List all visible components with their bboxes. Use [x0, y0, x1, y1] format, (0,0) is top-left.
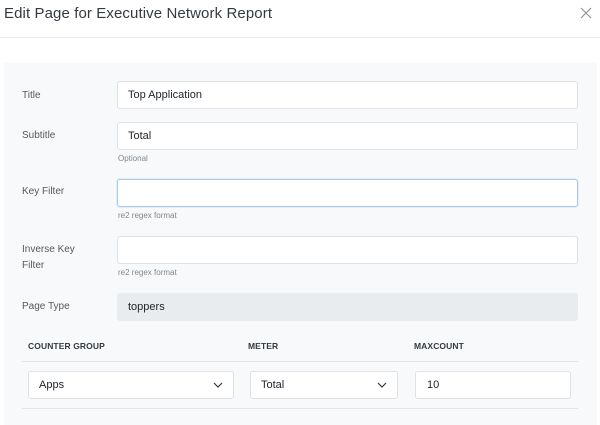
table-row-divider — [22, 408, 578, 409]
inverse-key-filter-input[interactable] — [117, 236, 578, 264]
form-panel: Title Top Application Subtitle Total Opt… — [4, 63, 597, 425]
meter-select[interactable]: Total — [250, 371, 398, 399]
modal-header: Edit Page for Executive Network Report — [0, 0, 600, 38]
maxcount-input[interactable]: 10 — [415, 371, 571, 399]
title-input[interactable]: Top Application — [117, 81, 578, 109]
key-filter-hint: re2 regex format — [118, 211, 177, 220]
table-header-divider — [22, 361, 578, 362]
inverse-key-filter-label-line1: Inverse Key — [22, 244, 75, 255]
chevron-down-icon — [213, 381, 223, 389]
title-label: Title — [22, 90, 41, 101]
meter-header: METER — [248, 341, 279, 351]
subtitle-hint: Optional — [118, 154, 148, 163]
meter-value: Total — [261, 379, 285, 391]
close-icon — [580, 7, 592, 19]
subtitle-label: Subtitle — [22, 130, 56, 141]
chevron-down-icon — [377, 381, 387, 389]
inverse-key-filter-hint: re2 regex format — [118, 268, 177, 277]
page-type-field: toppers — [117, 293, 578, 321]
key-filter-label: Key Filter — [22, 186, 65, 197]
counter-group-select[interactable]: Apps — [28, 371, 234, 399]
close-button[interactable] — [578, 4, 594, 22]
key-filter-input[interactable] — [117, 179, 578, 207]
counter-group-header: COUNTER GROUP — [28, 341, 105, 351]
modal-title: Edit Page for Executive Network Report — [4, 5, 273, 22]
page-type-label: Page Type — [22, 301, 70, 312]
subtitle-input[interactable]: Total — [117, 122, 578, 150]
maxcount-header: MAXCOUNT — [414, 341, 464, 351]
inverse-key-filter-label-line2: Filter — [22, 260, 45, 271]
counter-group-value: Apps — [39, 379, 65, 391]
